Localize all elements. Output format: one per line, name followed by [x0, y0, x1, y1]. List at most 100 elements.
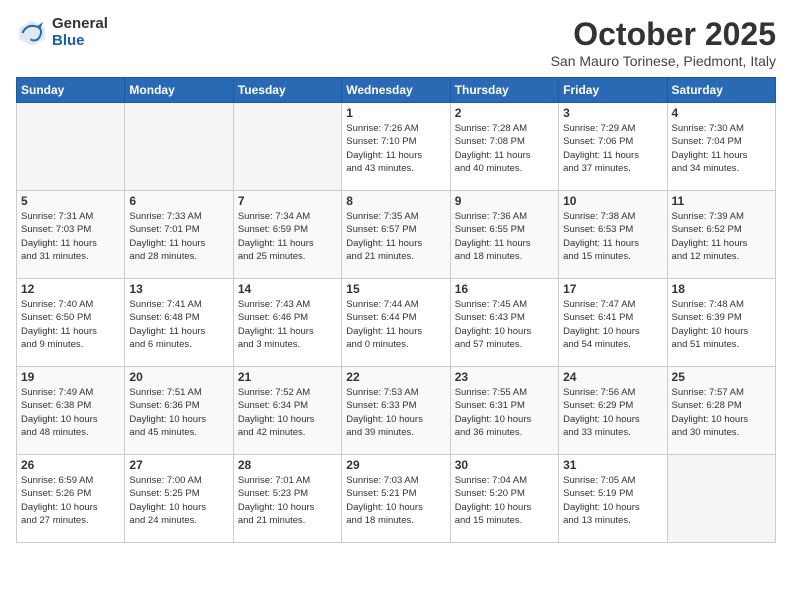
logo-text: General Blue — [52, 16, 108, 49]
calendar-cell — [125, 103, 233, 191]
day-info: Sunrise: 7:39 AM Sunset: 6:52 PM Dayligh… — [672, 210, 771, 263]
day-number: 29 — [346, 458, 445, 472]
calendar-cell: 5 Sunrise: 7:31 AM Sunset: 7:03 PM Daylig… — [17, 191, 125, 279]
header-saturday: Saturday — [667, 78, 775, 103]
day-info: Sunrise: 7:47 AM Sunset: 6:41 PM Dayligh… — [563, 298, 662, 351]
calendar-cell: 29 Sunrise: 7:03 AM Sunset: 5:21 PM Dayli… — [342, 455, 450, 543]
calendar-cell: 2 Sunrise: 7:28 AM Sunset: 7:08 PM Daylig… — [450, 103, 558, 191]
day-info: Sunrise: 7:26 AM Sunset: 7:10 PM Dayligh… — [346, 122, 445, 175]
calendar-cell: 1 Sunrise: 7:26 AM Sunset: 7:10 PM Daylig… — [342, 103, 450, 191]
day-number: 22 — [346, 370, 445, 384]
day-info: Sunrise: 7:01 AM Sunset: 5:23 PM Dayligh… — [238, 474, 337, 527]
calendar-cell: 23 Sunrise: 7:55 AM Sunset: 6:31 PM Dayli… — [450, 367, 558, 455]
day-info: Sunrise: 7:57 AM Sunset: 6:28 PM Dayligh… — [672, 386, 771, 439]
calendar-cell: 19 Sunrise: 7:49 AM Sunset: 6:38 PM Dayli… — [17, 367, 125, 455]
calendar-cell: 12 Sunrise: 7:40 AM Sunset: 6:50 PM Dayli… — [17, 279, 125, 367]
page-header: General Blue October 2025 San Mauro Tori… — [16, 16, 776, 69]
calendar-cell: 4 Sunrise: 7:30 AM Sunset: 7:04 PM Daylig… — [667, 103, 775, 191]
logo: General Blue — [16, 16, 108, 49]
day-info: Sunrise: 7:28 AM Sunset: 7:08 PM Dayligh… — [455, 122, 554, 175]
calendar-cell: 10 Sunrise: 7:38 AM Sunset: 6:53 PM Dayli… — [559, 191, 667, 279]
day-info: Sunrise: 7:51 AM Sunset: 6:36 PM Dayligh… — [129, 386, 228, 439]
day-info: Sunrise: 7:35 AM Sunset: 6:57 PM Dayligh… — [346, 210, 445, 263]
day-number: 7 — [238, 194, 337, 208]
day-info: Sunrise: 7:41 AM Sunset: 6:48 PM Dayligh… — [129, 298, 228, 351]
day-info: Sunrise: 7:49 AM Sunset: 6:38 PM Dayligh… — [21, 386, 120, 439]
day-info: Sunrise: 7:53 AM Sunset: 6:33 PM Dayligh… — [346, 386, 445, 439]
day-number: 8 — [346, 194, 445, 208]
calendar-table: SundayMondayTuesdayWednesdayThursdayFrid… — [16, 77, 776, 543]
calendar-cell: 22 Sunrise: 7:53 AM Sunset: 6:33 PM Dayli… — [342, 367, 450, 455]
calendar-cell: 30 Sunrise: 7:04 AM Sunset: 5:20 PM Dayli… — [450, 455, 558, 543]
month-title: October 2025 — [551, 16, 776, 53]
day-info: Sunrise: 7:30 AM Sunset: 7:04 PM Dayligh… — [672, 122, 771, 175]
day-info: Sunrise: 7:52 AM Sunset: 6:34 PM Dayligh… — [238, 386, 337, 439]
day-number: 24 — [563, 370, 662, 384]
day-number: 12 — [21, 282, 120, 296]
day-number: 6 — [129, 194, 228, 208]
week-row: 5 Sunrise: 7:31 AM Sunset: 7:03 PM Daylig… — [17, 191, 776, 279]
week-row: 26Sunrise: 6:59 AM Sunset: 5:26 PM Dayli… — [17, 455, 776, 543]
day-number: 15 — [346, 282, 445, 296]
day-number: 28 — [238, 458, 337, 472]
day-number: 4 — [672, 106, 771, 120]
day-info: Sunrise: 7:55 AM Sunset: 6:31 PM Dayligh… — [455, 386, 554, 439]
calendar-cell: 16Sunrise: 7:45 AM Sunset: 6:43 PM Dayli… — [450, 279, 558, 367]
calendar-cell — [233, 103, 341, 191]
day-info: Sunrise: 7:36 AM Sunset: 6:55 PM Dayligh… — [455, 210, 554, 263]
day-number: 9 — [455, 194, 554, 208]
day-number: 3 — [563, 106, 662, 120]
location: San Mauro Torinese, Piedmont, Italy — [551, 53, 776, 69]
calendar-cell: 24 Sunrise: 7:56 AM Sunset: 6:29 PM Dayli… — [559, 367, 667, 455]
day-info: Sunrise: 7:34 AM Sunset: 6:59 PM Dayligh… — [238, 210, 337, 263]
day-number: 21 — [238, 370, 337, 384]
calendar-cell: 9 Sunrise: 7:36 AM Sunset: 6:55 PM Daylig… — [450, 191, 558, 279]
calendar-cell: 15 Sunrise: 7:44 AM Sunset: 6:44 PM Dayli… — [342, 279, 450, 367]
day-number: 13 — [129, 282, 228, 296]
day-number: 1 — [346, 106, 445, 120]
day-number: 18 — [672, 282, 771, 296]
logo-blue: Blue — [52, 33, 108, 50]
header-sunday: Sunday — [17, 78, 125, 103]
day-number: 19 — [21, 370, 120, 384]
day-info: Sunrise: 7:00 AM Sunset: 5:25 PM Dayligh… — [129, 474, 228, 527]
day-number: 20 — [129, 370, 228, 384]
header-row: SundayMondayTuesdayWednesdayThursdayFrid… — [17, 78, 776, 103]
day-number: 30 — [455, 458, 554, 472]
calendar-cell: 7 Sunrise: 7:34 AM Sunset: 6:59 PM Daylig… — [233, 191, 341, 279]
day-info: Sunrise: 7:05 AM Sunset: 5:19 PM Dayligh… — [563, 474, 662, 527]
day-info: Sunrise: 7:40 AM Sunset: 6:50 PM Dayligh… — [21, 298, 120, 351]
day-number: 14 — [238, 282, 337, 296]
calendar-cell: 8 Sunrise: 7:35 AM Sunset: 6:57 PM Daylig… — [342, 191, 450, 279]
calendar-cell: 11 Sunrise: 7:39 AM Sunset: 6:52 PM Dayli… — [667, 191, 775, 279]
calendar-cell: 31 Sunrise: 7:05 AM Sunset: 5:19 PM Dayli… — [559, 455, 667, 543]
week-row: 12 Sunrise: 7:40 AM Sunset: 6:50 PM Dayli… — [17, 279, 776, 367]
day-info: Sunrise: 7:43 AM Sunset: 6:46 PM Dayligh… — [238, 298, 337, 351]
day-number: 2 — [455, 106, 554, 120]
title-block: October 2025 San Mauro Torinese, Piedmon… — [551, 16, 776, 69]
day-number: 10 — [563, 194, 662, 208]
day-number: 23 — [455, 370, 554, 384]
day-info: Sunrise: 7:56 AM Sunset: 6:29 PM Dayligh… — [563, 386, 662, 439]
day-info: Sunrise: 7:31 AM Sunset: 7:03 PM Dayligh… — [21, 210, 120, 263]
logo-general: General — [52, 16, 108, 33]
day-number: 5 — [21, 194, 120, 208]
calendar-cell: 17Sunrise: 7:47 AM Sunset: 6:41 PM Dayli… — [559, 279, 667, 367]
day-info: Sunrise: 7:38 AM Sunset: 6:53 PM Dayligh… — [563, 210, 662, 263]
header-wednesday: Wednesday — [342, 78, 450, 103]
day-number: 27 — [129, 458, 228, 472]
day-info: Sunrise: 7:04 AM Sunset: 5:20 PM Dayligh… — [455, 474, 554, 527]
day-info: Sunrise: 7:44 AM Sunset: 6:44 PM Dayligh… — [346, 298, 445, 351]
calendar-cell: 20 Sunrise: 7:51 AM Sunset: 6:36 PM Dayli… — [125, 367, 233, 455]
header-monday: Monday — [125, 78, 233, 103]
day-info: Sunrise: 7:33 AM Sunset: 7:01 PM Dayligh… — [129, 210, 228, 263]
day-info: Sunrise: 7:03 AM Sunset: 5:21 PM Dayligh… — [346, 474, 445, 527]
day-number: 11 — [672, 194, 771, 208]
calendar-cell: 25 Sunrise: 7:57 AM Sunset: 6:28 PM Dayli… — [667, 367, 775, 455]
calendar-cell — [667, 455, 775, 543]
day-number: 31 — [563, 458, 662, 472]
day-number: 26 — [21, 458, 120, 472]
day-number: 25 — [672, 370, 771, 384]
calendar-cell — [17, 103, 125, 191]
day-info: Sunrise: 7:48 AM Sunset: 6:39 PM Dayligh… — [672, 298, 771, 351]
